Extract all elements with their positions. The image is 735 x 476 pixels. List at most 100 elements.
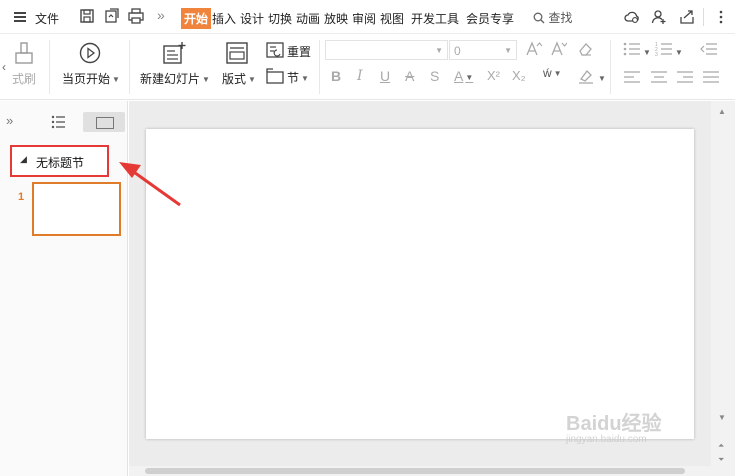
export-pdf-icon[interactable]: [104, 8, 120, 24]
search-label: 查找: [548, 11, 573, 25]
tab-transitions[interactable]: 切换: [268, 10, 292, 27]
chevron-down-icon[interactable]: ▼: [675, 48, 683, 57]
scroll-down-icon[interactable]: ▼: [718, 413, 726, 422]
section-button[interactable]: 节 ▼: [287, 69, 309, 86]
italic-icon[interactable]: I: [357, 68, 363, 84]
tab-member[interactable]: 会员专享: [466, 10, 514, 27]
add-user-icon[interactable]: [651, 9, 667, 25]
scroll-thumb[interactable]: [145, 468, 685, 474]
next-slide-icon[interactable]: ⏷: [718, 455, 724, 465]
align-left-icon[interactable]: [624, 70, 640, 84]
save-icon[interactable]: [79, 8, 95, 24]
chevron-down-icon: ▼: [435, 46, 443, 55]
chevron-down-icon: ▼: [202, 75, 210, 84]
slides-view-button[interactable]: [83, 112, 125, 132]
collapse-panel-icon[interactable]: »: [6, 113, 13, 128]
font-family-select[interactable]: ▼: [325, 40, 448, 60]
ribbon-scroll-left-icon[interactable]: ‹: [2, 60, 6, 74]
scroll-up-icon[interactable]: ▲: [718, 107, 726, 116]
layout-icon[interactable]: [226, 42, 248, 64]
section-header[interactable]: ◢ 无标题节: [10, 145, 109, 177]
tab-insert[interactable]: 插入: [212, 10, 236, 27]
share-icon[interactable]: [679, 9, 695, 25]
search-box[interactable]: 查找: [533, 9, 572, 26]
reset-button[interactable]: 重置: [287, 43, 311, 60]
phonetic-guide-icon[interactable]: ẃ ▼: [543, 66, 562, 80]
shadow-icon[interactable]: S: [430, 68, 439, 84]
section-toggle-icon[interactable]: ◢: [20, 154, 27, 165]
horizontal-scrollbar[interactable]: [129, 466, 711, 476]
new-slide-icon[interactable]: [163, 41, 187, 65]
ribbon-separator: [319, 40, 320, 94]
bold-icon[interactable]: B: [331, 68, 341, 84]
slide-canvas[interactable]: [146, 129, 694, 439]
search-icon: [533, 12, 545, 24]
format-painter-label[interactable]: 式刷: [12, 70, 36, 87]
section-title: 无标题节: [36, 156, 85, 170]
outline-view-icon[interactable]: [51, 115, 65, 129]
subscript-icon[interactable]: X₂: [512, 68, 526, 83]
align-center-icon[interactable]: [651, 70, 667, 84]
chevron-down-icon: ▼: [248, 75, 256, 84]
highlight-icon[interactable]: [578, 68, 594, 84]
previous-slide-icon[interactable]: ⏶: [718, 441, 724, 451]
tab-review[interactable]: 审阅: [352, 10, 376, 27]
chevron-down-icon[interactable]: ▼: [643, 48, 651, 57]
ribbon-separator: [610, 40, 611, 94]
increase-font-icon[interactable]: [526, 41, 542, 57]
decrease-font-icon[interactable]: [551, 41, 567, 57]
more-options-icon[interactable]: [713, 9, 729, 25]
chevron-down-icon[interactable]: ▼: [598, 74, 606, 83]
format-painter-icon[interactable]: [14, 42, 34, 66]
ribbon-separator: [49, 40, 50, 94]
ribbon-home: ‹ 式刷 当页开始 ▼ 新建幻灯片 ▼ 版式 ▼ 重置 节 ▼ ▼ 0 ▼ B …: [0, 34, 735, 100]
more-quick-access-icon[interactable]: »: [157, 7, 165, 23]
tab-design[interactable]: 设计: [240, 10, 264, 27]
align-right-icon[interactable]: [677, 70, 693, 84]
tab-developer[interactable]: 开发工具: [411, 10, 459, 27]
underline-icon[interactable]: U: [380, 68, 390, 84]
ribbon-separator: [129, 40, 130, 94]
play-from-current-button[interactable]: 当页开始 ▼: [62, 70, 120, 87]
strikethrough-icon[interactable]: A: [405, 68, 414, 84]
layout-label: 版式: [222, 72, 247, 86]
chevron-down-icon: ▼: [112, 75, 120, 84]
slide-number: 1: [18, 191, 25, 203]
section-label: 节: [287, 71, 300, 85]
new-slide-label: 新建幻灯片: [140, 72, 201, 86]
watermark-sub: jingyan.baidu.com: [566, 434, 647, 445]
tab-animations[interactable]: 动画: [296, 10, 320, 27]
tab-home[interactable]: 开始: [181, 8, 212, 29]
file-menu[interactable]: 文件: [35, 10, 59, 27]
watermark-main: Baidu经验: [566, 413, 662, 435]
menu-bar: 文件 » 开始 插入 设计 切换 动画 放映 审阅 视图 开发工具 会员专享 查…: [0, 0, 735, 34]
tab-view[interactable]: 视图: [380, 10, 404, 27]
reset-icon[interactable]: [266, 42, 284, 58]
superscript-icon[interactable]: X²: [487, 68, 500, 83]
numbered-list-icon[interactable]: 123: [655, 42, 673, 56]
print-icon[interactable]: [128, 8, 144, 24]
tab-slideshow[interactable]: 放映: [324, 10, 348, 27]
clear-format-icon[interactable]: [577, 41, 593, 57]
chevron-down-icon: ▼: [301, 74, 309, 83]
new-slide-button[interactable]: 新建幻灯片 ▼: [140, 70, 210, 87]
play-from-current-icon[interactable]: [79, 42, 101, 64]
font-size-value: 0: [454, 44, 461, 58]
chevron-down-icon: ▼: [504, 46, 512, 55]
vertical-scrollbar[interactable]: ▲ ▼ ⏶ ⏷: [711, 101, 735, 476]
decrease-indent-icon[interactable]: [700, 42, 718, 56]
bullet-list-icon[interactable]: [623, 42, 641, 56]
menu-icon[interactable]: [14, 12, 26, 22]
font-color-icon[interactable]: A ▼: [454, 68, 473, 84]
justify-icon[interactable]: [703, 70, 719, 84]
slide-thumbnail[interactable]: [32, 182, 121, 236]
font-size-select[interactable]: 0 ▼: [449, 40, 517, 60]
watermark: Baidu经验 jingyan.baidu.com: [566, 407, 662, 445]
play-from-current-label: 当页开始: [62, 72, 111, 86]
section-icon[interactable]: [266, 68, 284, 84]
cloud-sync-icon[interactable]: [624, 9, 640, 25]
layout-button[interactable]: 版式 ▼: [222, 70, 256, 87]
slide-panel: » ◢ 无标题节 1: [0, 101, 128, 476]
menubar-divider: [703, 8, 704, 26]
svg-text:3: 3: [655, 52, 658, 56]
